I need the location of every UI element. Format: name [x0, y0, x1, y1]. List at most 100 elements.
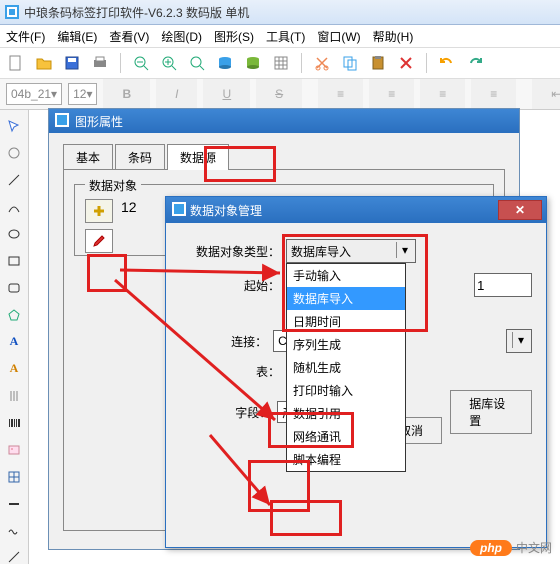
grid-icon[interactable] — [271, 53, 291, 73]
edit-item-button[interactable] — [85, 229, 113, 253]
print-icon[interactable] — [90, 53, 110, 73]
dropdown-item[interactable]: 网络通讯 — [287, 425, 405, 448]
watermark-text: 中文网 — [516, 539, 552, 556]
tab-barcode[interactable]: 条码 — [115, 144, 165, 170]
main-titlebar: 中琅条码标签打印软件-V6.2.3 数码版 单机 — [0, 0, 560, 25]
close-button[interactable]: ✕ — [498, 200, 542, 220]
wave-tool-icon[interactable] — [3, 520, 25, 541]
dropdown-item[interactable]: 打印时输入 — [287, 379, 405, 402]
app-title: 中琅条码标签打印软件-V6.2.3 数码版 单机 — [24, 4, 249, 21]
dialog-title: 数据对象管理 — [190, 202, 262, 219]
zoomout-icon[interactable] — [131, 53, 151, 73]
align-left-icon[interactable]: ≡ — [318, 79, 363, 109]
bold-icon[interactable]: B — [103, 79, 150, 109]
copies-input[interactable] — [474, 273, 532, 297]
db2-icon[interactable] — [243, 53, 263, 73]
tab-basic[interactable]: 基本 — [63, 144, 113, 170]
underline-icon[interactable]: U — [203, 79, 250, 109]
h-line-tool-icon[interactable] — [3, 493, 25, 514]
dropdown-item[interactable]: 序列生成 — [287, 333, 405, 356]
undo-icon[interactable] — [437, 53, 457, 73]
menu-window[interactable]: 窗口(W) — [317, 28, 360, 45]
vtext-tool-icon[interactable] — [3, 385, 25, 406]
dropdown-item[interactable]: 随机生成 — [287, 356, 405, 379]
new-icon[interactable] — [6, 53, 26, 73]
dropdown-item[interactable]: 数据引用 — [287, 402, 405, 425]
copy-icon[interactable] — [340, 53, 360, 73]
line-tool-icon[interactable] — [3, 170, 25, 191]
align-center-icon[interactable]: ≡ — [369, 79, 414, 109]
menu-help[interactable]: 帮助(H) — [373, 28, 414, 45]
diag-tool-icon[interactable] — [3, 547, 25, 564]
size-combo-value: 12 — [73, 87, 86, 101]
italic-icon[interactable]: I — [156, 79, 197, 109]
dropdown-item[interactable]: 日期时间 — [287, 310, 405, 333]
tab-datasource[interactable]: 数据源 — [167, 144, 229, 170]
db-icon[interactable] — [215, 53, 235, 73]
align-just-icon[interactable]: ≡ — [471, 79, 516, 109]
indent-icon[interactable]: ⇤ — [532, 79, 560, 109]
chevron-down-icon: ▾ — [512, 332, 529, 348]
zoomin-icon[interactable] — [159, 53, 179, 73]
image-tool-icon[interactable] — [3, 439, 25, 460]
main-toolbar — [0, 48, 560, 79]
font-combo[interactable]: 04b_21▾ — [6, 83, 62, 105]
ellipse-tool-icon[interactable] — [3, 224, 25, 245]
menubar: 文件(F) 编辑(E) 查看(V) 绘图(D) 图形(S) 工具(T) 窗口(W… — [0, 25, 560, 48]
properties-titlebar: 图形属性 — [49, 109, 519, 133]
dropdown-item[interactable]: 数据库导入 — [287, 287, 405, 310]
add-button[interactable] — [85, 199, 113, 223]
table-tool-icon[interactable] — [3, 466, 25, 487]
type-select-value: 数据库导入 — [291, 243, 351, 260]
paste-icon[interactable] — [368, 53, 388, 73]
dropdown-item[interactable]: 脚本编程 — [287, 448, 405, 471]
font-combo-value: 04b_21 — [11, 87, 51, 101]
text-tool-icon[interactable]: A — [3, 332, 25, 353]
font-toolbar: 04b_21▾ 12▾ B I U S ≡ ≡ ≡ ≡ ⇤ ⇥ — [0, 79, 560, 110]
menu-edit[interactable]: 编辑(E) — [57, 28, 97, 45]
curve-tool-icon[interactable] — [3, 197, 25, 218]
round-tool-icon[interactable] — [3, 278, 25, 299]
group-value: 12 — [121, 199, 137, 215]
conn-label: 连接： — [180, 333, 273, 350]
conn-dropdown[interactable]: ▾ — [506, 329, 532, 353]
chevron-down-icon: ▾ — [396, 242, 413, 258]
cut-icon[interactable] — [312, 53, 332, 73]
menu-draw[interactable]: 绘图(D) — [161, 28, 202, 45]
size-combo[interactable]: 12▾ — [68, 83, 97, 105]
polygon-tool-icon[interactable] — [3, 305, 25, 326]
data-object-dialog: 数据对象管理 ✕ 数据对象类型： 数据库导入 ▾ 起始： 份数 连接： C:\U… — [165, 196, 547, 548]
properties-title: 图形属性 — [75, 113, 123, 130]
rect-tool-icon[interactable] — [3, 251, 25, 272]
open-icon[interactable] — [34, 53, 54, 73]
type-label: 数据对象类型： — [180, 243, 286, 260]
save-icon[interactable] — [62, 53, 82, 73]
barcode-tool-icon[interactable] — [3, 412, 25, 433]
zoomfit-icon[interactable] — [187, 53, 207, 73]
pointer-tool-icon[interactable] — [3, 116, 25, 137]
menu-file[interactable]: 文件(F) — [6, 28, 45, 45]
type-dropdown-list[interactable]: 手动输入 数据库导入 日期时间 序列生成 随机生成 打印时输入 数据引用 网络通… — [286, 263, 406, 472]
type-select[interactable]: 数据库导入 ▾ — [286, 239, 416, 263]
watermark: php 中文网 — [470, 539, 552, 556]
app-icon — [4, 4, 20, 20]
group-label: 数据对象 — [85, 177, 141, 194]
panel-icon — [55, 113, 71, 129]
start-label: 起始： — [180, 277, 286, 294]
align-right-icon[interactable]: ≡ — [420, 79, 465, 109]
strike-icon[interactable]: S — [256, 79, 302, 109]
tool-tray: A A — [0, 110, 29, 564]
menu-tools[interactable]: 工具(T) — [266, 28, 305, 45]
dialog-icon — [172, 202, 186, 219]
dialog-titlebar[interactable]: 数据对象管理 ✕ — [166, 197, 546, 223]
property-tabs: 基本 条码 数据源 — [63, 143, 519, 169]
delete-icon[interactable] — [396, 53, 416, 73]
dropdown-item[interactable]: 手动输入 — [287, 264, 405, 287]
menu-view[interactable]: 查看(V) — [109, 28, 149, 45]
richtext-tool-icon[interactable]: A — [3, 358, 25, 379]
redo-icon[interactable] — [465, 53, 485, 73]
menu-shape[interactable]: 图形(S) — [214, 28, 254, 45]
watermark-badge: php — [470, 540, 512, 556]
hand-tool-icon[interactable] — [3, 143, 25, 164]
table-label: 表： — [180, 363, 286, 380]
